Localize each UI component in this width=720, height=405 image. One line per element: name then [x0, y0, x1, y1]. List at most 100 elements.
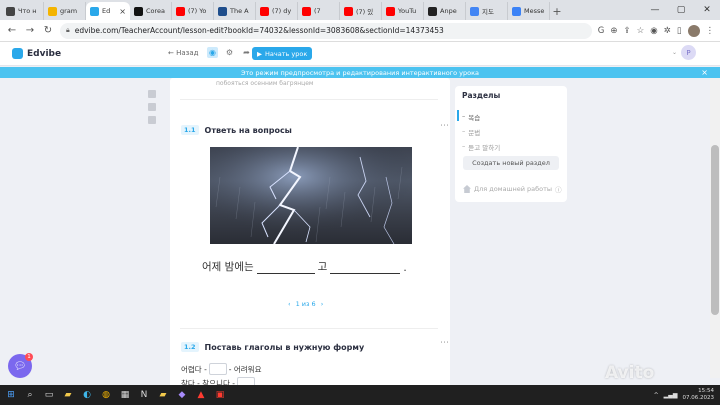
- edge-icon[interactable]: ◐: [80, 388, 94, 402]
- explorer-icon[interactable]: ▰: [61, 388, 75, 402]
- youtube-icon: [260, 6, 269, 16]
- chevron-down-icon[interactable]: ⌄: [672, 49, 677, 56]
- exercise-title: Поставь глаголы в нужную форму: [204, 342, 365, 352]
- back-link[interactable]: ← Назад: [168, 49, 199, 57]
- browser-tab[interactable]: Ed ×: [86, 2, 130, 20]
- share-arrow-icon[interactable]: ➦: [241, 47, 252, 58]
- sidepanel-icon[interactable]: ▯: [677, 26, 682, 36]
- browser-tab[interactable]: 지도: [466, 2, 508, 20]
- section-list: – 복습 – 문법 – 듣고 말하기: [462, 112, 500, 152]
- next-page-icon[interactable]: ›: [321, 300, 324, 308]
- section-item[interactable]: – 복습: [462, 112, 500, 122]
- settings-gear-icon[interactable]: ⚙: [224, 47, 235, 58]
- store-icon[interactable]: ▦: [118, 388, 132, 402]
- start-lesson-label: Начать урок: [265, 49, 308, 58]
- maximize-icon[interactable]: ▢: [668, 0, 694, 20]
- forward-icon[interactable]: →: [24, 25, 36, 36]
- answer-blank-1[interactable]: [256, 263, 315, 274]
- menu-dots-icon[interactable]: ⋮: [706, 26, 715, 36]
- browser-tab[interactable]: Corea: [130, 2, 172, 20]
- tab-title: 지도: [482, 8, 494, 16]
- google-icon: [470, 6, 479, 16]
- bookmark-star-icon[interactable]: ☆: [637, 26, 645, 36]
- files-icon[interactable]: ▰: [156, 388, 170, 402]
- tab-list: Что н gram Ed × Corea (7) Yo The A (7) dy (7 (7) …: [2, 2, 550, 20]
- prev-page-icon[interactable]: ‹: [288, 300, 291, 308]
- exercise-title: Ответь на вопросы: [204, 125, 292, 135]
- new-tab-button[interactable]: +: [550, 2, 564, 20]
- windows-start-icon[interactable]: ⊞: [4, 388, 18, 402]
- play-icon: ▶: [257, 49, 262, 58]
- reload-icon[interactable]: ↻: [42, 25, 54, 36]
- scrollbar-thumb[interactable]: [711, 145, 719, 315]
- previous-hint: побояться осенним багрянцем: [216, 80, 314, 87]
- chat-unread-badge: 1: [25, 353, 33, 361]
- browser-tab[interactable]: The A: [214, 2, 256, 20]
- extension-icon[interactable]: ◉: [650, 26, 657, 36]
- close-tab-icon[interactable]: ×: [119, 7, 126, 16]
- openai-icon: [428, 6, 437, 16]
- sentence-end: .: [403, 262, 407, 274]
- notes-tool-icon[interactable]: [148, 116, 156, 124]
- app-icon[interactable]: ◆: [175, 388, 189, 402]
- minimize-icon[interactable]: —: [642, 0, 668, 20]
- google-icon[interactable]: G: [598, 26, 605, 36]
- network-icon[interactable]: ▂▄▆: [664, 392, 678, 399]
- homework-label: Для домашней работы: [474, 185, 553, 193]
- image-tool-icon[interactable]: [148, 90, 156, 98]
- youtube-icon: [386, 6, 395, 16]
- clock[interactable]: 15:54 07.06.2023: [683, 388, 715, 402]
- sections-panel: Разделы – 복습 – 문법 – 듣고 말하기 Создать новый…: [455, 86, 567, 202]
- exercise-menu-icon[interactable]: ⋯: [440, 338, 449, 348]
- browser-tab[interactable]: Messe: [508, 2, 550, 20]
- exercise-menu-icon[interactable]: ⋯: [440, 121, 449, 131]
- start-lesson-button[interactable]: ▶ Начать урок: [252, 47, 313, 60]
- acrobat-icon[interactable]: ▲: [194, 388, 208, 402]
- user-avatar[interactable]: P: [681, 45, 697, 60]
- browser-tab[interactable]: (7) Yo: [172, 2, 214, 20]
- create-section-button[interactable]: Создать новый раздел: [463, 156, 559, 170]
- row-prompt: 어렵다 -: [181, 364, 207, 374]
- tab-title: Corea: [146, 7, 166, 15]
- chrome-icon[interactable]: ◍: [99, 388, 113, 402]
- notion-icon[interactable]: N: [137, 388, 151, 402]
- browser-tab[interactable]: (7) dy: [256, 2, 298, 20]
- browser-tab[interactable]: Anpe: [424, 2, 466, 20]
- browser-tab[interactable]: YouTu: [382, 2, 424, 20]
- back-label: Назад: [176, 49, 199, 57]
- header-tools: ◉ ⚙ ➦: [207, 47, 252, 58]
- browser-tab[interactable]: gram: [44, 2, 86, 20]
- youtube-icon: [302, 6, 311, 16]
- share-icon[interactable]: ⇪: [624, 26, 631, 36]
- back-icon[interactable]: ←: [6, 25, 18, 36]
- homework-row[interactable]: Для домашней работы ⓘ: [463, 184, 562, 194]
- url-field[interactable]: 🔒︎ edvibe.com/TeacherAccount/lesson-edit…: [60, 22, 592, 39]
- preview-banner: Это режим предпросмотра и редактирования…: [0, 67, 720, 78]
- header-user: ⌄ P: [672, 45, 697, 60]
- tray-chevron-icon[interactable]: ^: [654, 392, 659, 399]
- translate-tool-icon[interactable]: [148, 103, 156, 111]
- section-item[interactable]: – 문법: [462, 127, 500, 137]
- answer-blank-2[interactable]: [330, 263, 401, 274]
- section-item[interactable]: – 듣고 말하기: [462, 142, 500, 152]
- zoom-icon[interactable]: ⊕: [610, 26, 617, 36]
- profile-avatar[interactable]: [687, 24, 700, 37]
- tab-title: (7: [314, 7, 321, 15]
- puzzle-icon[interactable]: ✲: [664, 26, 671, 36]
- task-view-icon[interactable]: ▭: [42, 388, 56, 402]
- section-label: 복습: [468, 114, 481, 122]
- banner-text: Это режим предпросмотра и редактирования…: [240, 68, 480, 77]
- browser-tab[interactable]: Что н: [2, 2, 44, 20]
- sentence-mid: 고: [317, 261, 328, 273]
- preview-eye-icon[interactable]: ◉: [207, 47, 218, 58]
- exercise-number: 1.1: [181, 125, 199, 135]
- close-icon[interactable]: ×: [701, 68, 708, 77]
- search-icon[interactable]: ⌕: [23, 388, 37, 402]
- answer-box[interactable]: [208, 363, 227, 375]
- browser-tab[interactable]: (7: [298, 2, 340, 20]
- browser-tab[interactable]: (7) 있: [340, 2, 382, 20]
- edvibe-logo[interactable]: Edvibe: [12, 48, 61, 59]
- app-icon[interactable]: ▣: [213, 388, 227, 402]
- close-window-icon[interactable]: ✕: [694, 0, 720, 20]
- tab-title: Messe: [524, 7, 545, 15]
